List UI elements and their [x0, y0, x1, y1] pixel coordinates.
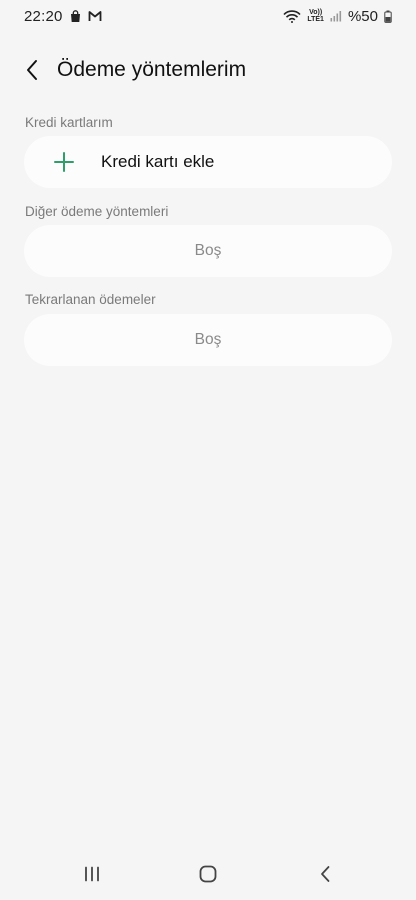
payment-methods-screen: 22:20 Vo)) LTE1 %50 Ödeme yöntemlerim Kr… [0, 0, 416, 900]
volte-lte-icon: Vo)) LTE1 [307, 9, 324, 23]
credit-cards-section-label: Kredi kartlarım [25, 115, 113, 130]
system-back-button[interactable] [305, 862, 345, 886]
home-button[interactable] [188, 862, 228, 886]
back-icon [321, 866, 330, 882]
add-credit-card-label: Kredi kartı ekle [101, 152, 215, 171]
status-time: 22:20 [24, 7, 63, 25]
page-title: Ödeme yöntemlerim [57, 58, 247, 81]
lte-label: LTE1 [307, 16, 324, 23]
battery-icon [384, 10, 392, 23]
plus-icon [54, 152, 74, 172]
other-methods-card: Boş [24, 225, 392, 277]
gmail-icon [88, 10, 102, 22]
home-icon [199, 865, 217, 883]
status-bar: 22:20 Vo)) LTE1 %50 [0, 0, 416, 32]
header: Ödeme yöntemlerim [0, 50, 416, 90]
recent-apps-icon [85, 866, 99, 882]
recurring-payments-card: Boş [24, 314, 392, 366]
recurring-payments-section-label: Tekrarlanan ödemeler [25, 292, 156, 307]
shopping-bag-icon [69, 9, 82, 23]
other-methods-empty-label: Boş [194, 242, 222, 259]
add-credit-card-button[interactable]: Kredi kartı ekle [24, 136, 392, 188]
battery-percent: %50 [347, 7, 378, 25]
chevron-left-icon [27, 60, 37, 80]
status-right: Vo)) LTE1 %50 [283, 8, 392, 25]
back-button[interactable] [18, 56, 46, 84]
recurring-payments-empty-label: Boş [194, 331, 222, 348]
other-methods-section-label: Diğer ödeme yöntemleri [25, 204, 169, 219]
recent-apps-button[interactable] [72, 862, 112, 886]
wifi-icon [283, 9, 301, 23]
signal-icon [330, 10, 342, 22]
navigation-bar [0, 852, 416, 896]
status-left: 22:20 [24, 8, 102, 25]
volte-label: Vo)) [309, 9, 323, 16]
